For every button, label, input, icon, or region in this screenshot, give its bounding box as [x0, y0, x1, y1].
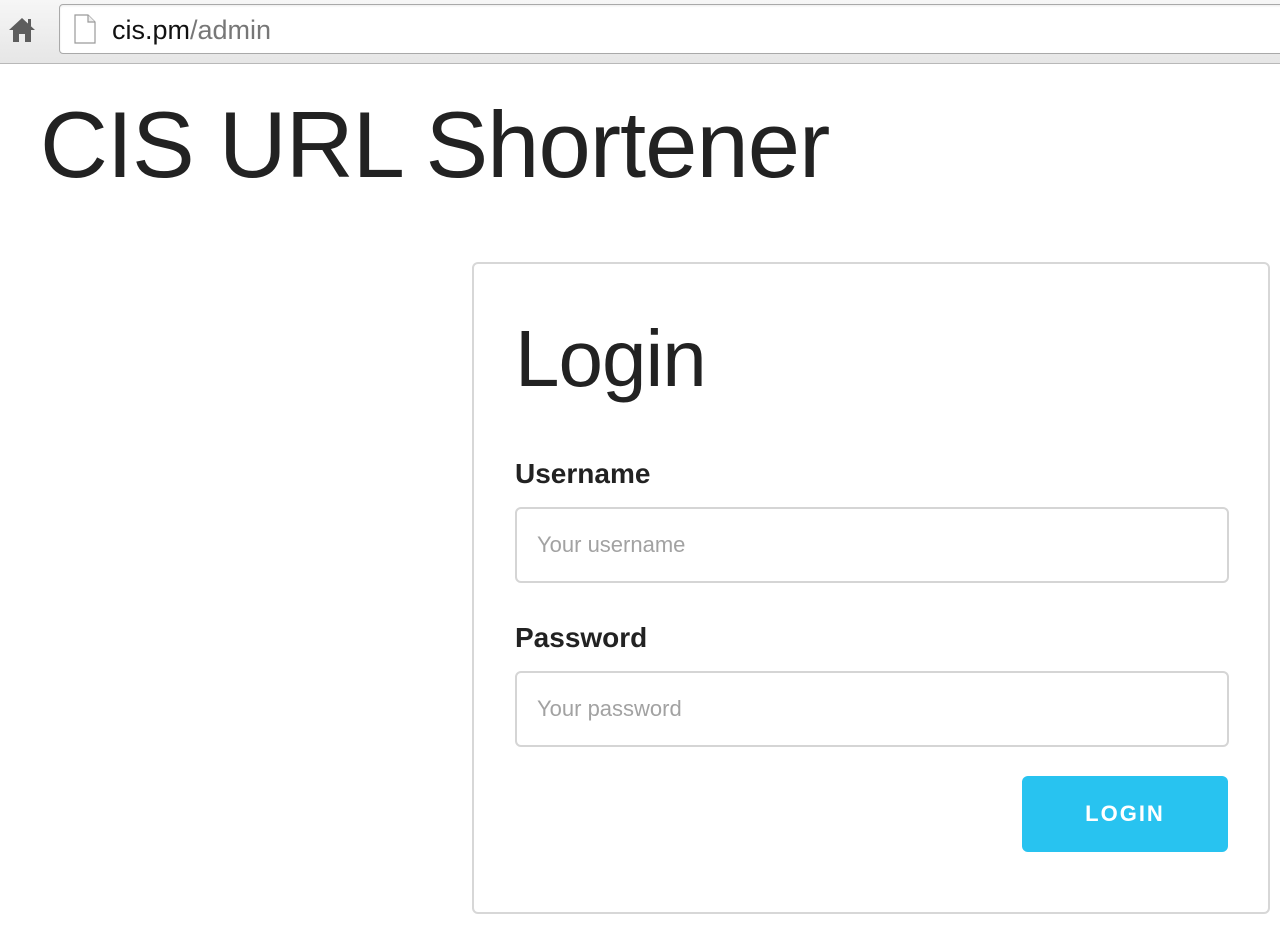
url-text[interactable]: cis.pm/admin: [112, 15, 271, 45]
browser-toolbar: cis.pm/admin: [0, 0, 1280, 64]
home-button[interactable]: [6, 14, 38, 46]
address-bar[interactable]: cis.pm/admin: [59, 4, 1280, 54]
document-icon: [74, 14, 96, 44]
login-card: Login Username Password LOGIN: [472, 262, 1270, 914]
login-heading: Login: [515, 314, 707, 403]
url-host: cis.pm: [112, 15, 191, 45]
login-button[interactable]: LOGIN: [1022, 776, 1228, 852]
username-label: Username: [515, 458, 651, 489]
username-input[interactable]: [515, 507, 1229, 583]
password-label: Password: [515, 622, 648, 653]
site-title: CIS URL Shortener: [40, 92, 830, 197]
password-input[interactable]: [515, 671, 1229, 747]
url-path: /admin: [190, 15, 272, 45]
home-icon: [9, 18, 35, 42]
